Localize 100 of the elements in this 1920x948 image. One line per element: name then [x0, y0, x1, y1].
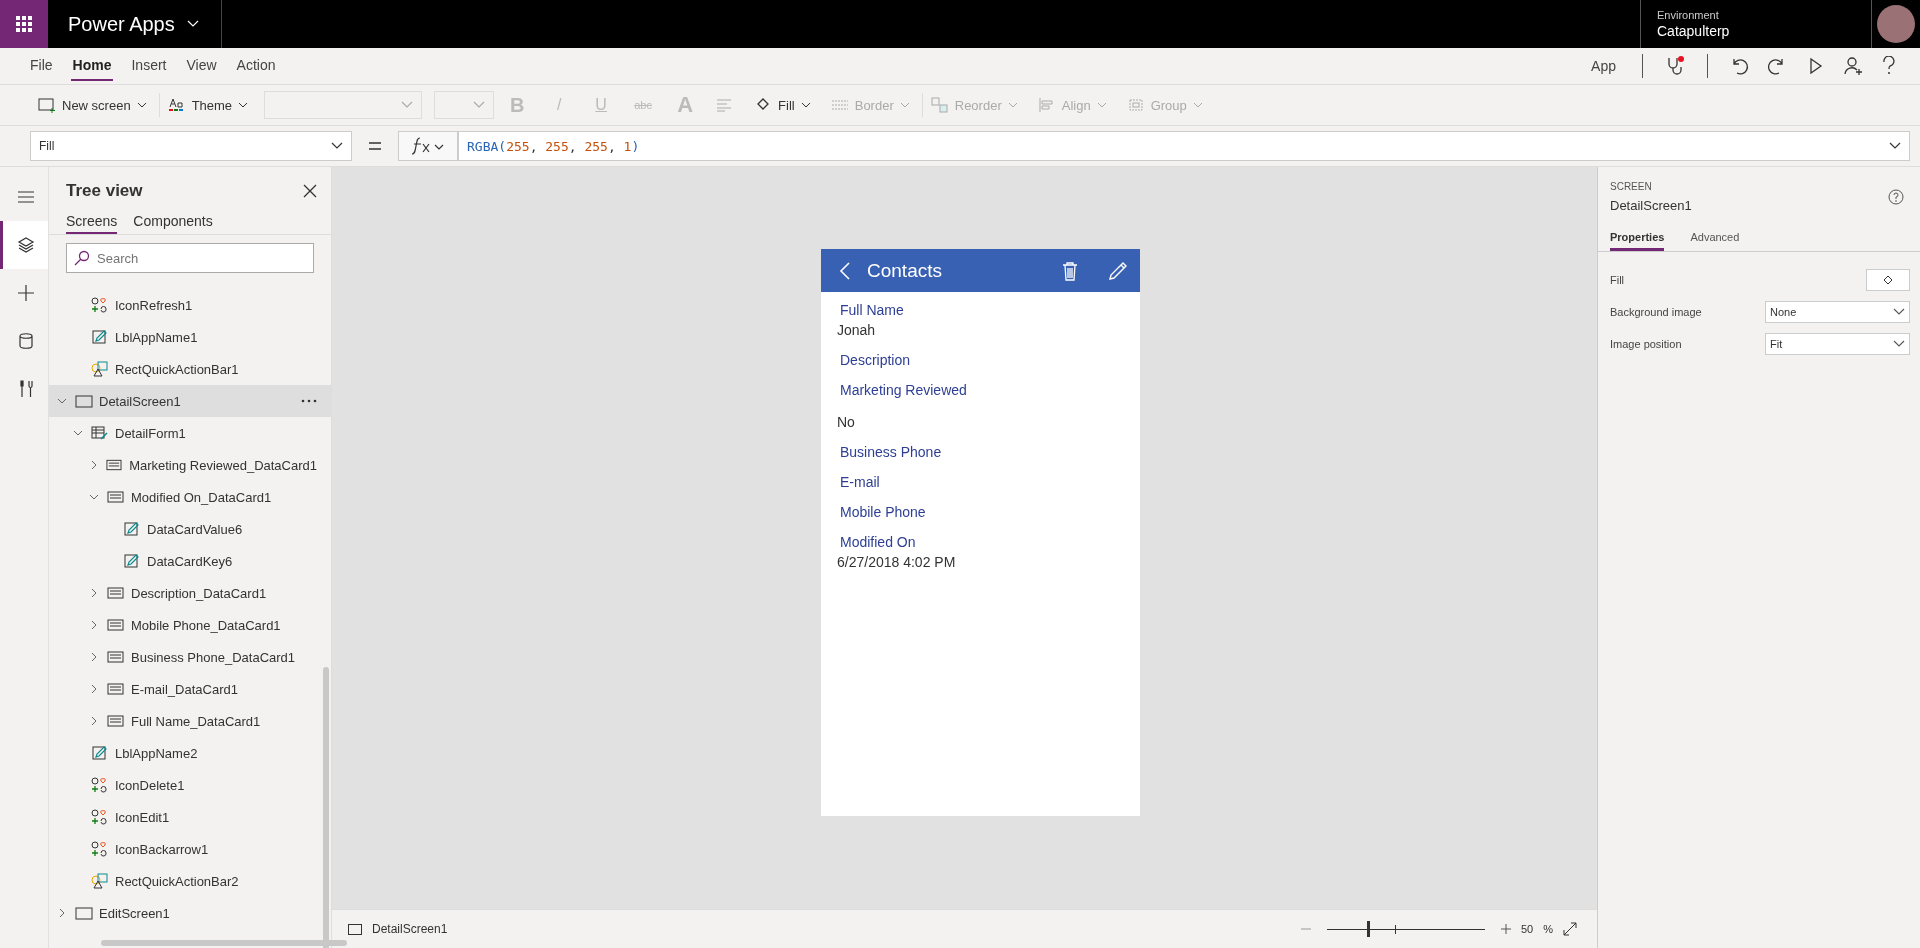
chevron-icon [473, 101, 486, 109]
field-label: Marketing Reviewed [839, 381, 968, 400]
menu-tab[interactable]: Home [70, 51, 114, 81]
panel-tab[interactable]: Properties [1610, 227, 1665, 251]
add-user-icon[interactable] [1843, 56, 1863, 76]
color-picker[interactable] [1866, 269, 1910, 291]
property-dropdown[interactable]: None [1765, 301, 1910, 323]
app-launcher-icon[interactable] [0, 0, 48, 48]
tree-item[interactable]: DataCardValue6 [49, 513, 331, 545]
property-label: Background image [1610, 306, 1702, 318]
chevron-icon[interactable] [1889, 142, 1901, 150]
tree-item[interactable]: LblAppName1 [49, 321, 331, 353]
slider-thumb[interactable] [1367, 921, 1371, 937]
menu-tab[interactable]: Action [234, 51, 278, 81]
chevron-icon [186, 20, 199, 28]
panel-tab[interactable]: Advanced [1690, 227, 1740, 251]
ribbon-button[interactable]: New screen [30, 93, 155, 117]
tree-item[interactable]: Description_DataCard1 [49, 577, 331, 609]
edit-label-icon [91, 745, 109, 761]
icons-icon [91, 777, 109, 793]
plus-icon [16, 284, 35, 302]
chevron-icon [238, 102, 249, 108]
layers-icon [16, 236, 35, 254]
screen-title: Contacts [867, 259, 942, 282]
search-field[interactable]: Search [66, 243, 314, 273]
edit-label-icon [91, 329, 109, 345]
chevron-icon [1007, 102, 1018, 108]
property-dropdown[interactable]: Fill [30, 131, 352, 161]
card-icon [106, 457, 124, 473]
screen-icon [75, 393, 93, 409]
card-icon [107, 489, 125, 505]
field-value: No [837, 413, 856, 432]
app-label[interactable]: App [1591, 58, 1616, 74]
field-value: Jonah [837, 321, 877, 340]
panel-tab[interactable]: Components [133, 209, 213, 234]
tree-item[interactable]: RectQuickActionBar1 [49, 353, 331, 385]
tree-item[interactable]: LblAppName2 [49, 737, 331, 769]
ribbon-button[interactable]: Fill [746, 93, 819, 117]
tree-item[interactable]: EditScreen1 [49, 897, 331, 929]
group-icon [1126, 97, 1145, 113]
tree-item[interactable]: Modified On_DataCard1 [49, 481, 331, 513]
property-label: Fill [1610, 274, 1625, 286]
panel-tab[interactable]: Screens [66, 209, 118, 234]
scrollbar[interactable] [101, 940, 347, 946]
equals-icon [368, 141, 382, 151]
tree-item[interactable]: Full Name_DataCard1 [49, 705, 331, 737]
nav-rail-button[interactable] [0, 221, 48, 269]
close-icon[interactable] [303, 184, 317, 198]
property-label: Image position [1610, 338, 1682, 350]
new-screen-icon [38, 97, 56, 113]
tree-item[interactable]: DetailForm1 [49, 417, 331, 449]
zoom-in-icon[interactable] [1500, 924, 1511, 934]
function-button[interactable] [398, 131, 458, 161]
more-icon[interactable] [301, 399, 317, 403]
menu-icon [16, 188, 35, 206]
card-icon [107, 713, 125, 729]
field-label: Mobile Phone [839, 503, 927, 522]
tree-item[interactable]: DataCardKey6 [49, 545, 331, 577]
property-dropdown[interactable]: Fit [1765, 333, 1910, 355]
tree-item[interactable]: Business Phone_DataCard1 [49, 641, 331, 673]
menu-tab[interactable]: File [28, 51, 55, 81]
chevron-icon [1096, 102, 1107, 108]
tree-item[interactable]: Mobile Phone_DataCard1 [49, 609, 331, 641]
formula-input[interactable]: RGBA(255, 255, 255, 1) [458, 131, 1910, 161]
database-icon [16, 332, 35, 350]
chevron-icon [331, 142, 343, 150]
icons-icon [91, 841, 109, 857]
shapes-icon [91, 361, 109, 377]
tree-item[interactable]: IconEdit1 [49, 801, 331, 833]
trash-icon [1062, 260, 1078, 281]
align-icon [1037, 97, 1056, 113]
search-icon [74, 250, 90, 266]
screen-icon [75, 905, 93, 921]
tree-item[interactable]: E-mail_DataCard1 [49, 673, 331, 705]
environment-label: Environment [1657, 9, 1720, 21]
environment-name[interactable]: Catapulterp [1657, 23, 1837, 39]
tree-item[interactable]: IconBackarrow1 [49, 833, 331, 865]
tree-item[interactable]: IconDelete1 [49, 769, 331, 801]
menu-tab[interactable]: View [184, 51, 219, 81]
card-icon [107, 681, 125, 697]
app-title-menu[interactable]: Power Apps [48, 0, 222, 48]
field-label: Modified On [839, 533, 917, 552]
menu-tab[interactable]: Insert [129, 51, 169, 81]
zoom-unit: % [1543, 923, 1553, 935]
tree-item[interactable]: Marketing Reviewed_DataCard1 [49, 449, 331, 481]
control-name: DetailScreen1 [1610, 198, 1692, 213]
screen-name[interactable]: DetailScreen1 [372, 922, 448, 936]
tree-item[interactable]: IconRefresh1 [49, 289, 331, 321]
fit-to-window-icon[interactable] [1563, 922, 1577, 936]
edit-label-icon [123, 553, 141, 569]
tree-item[interactable]: RectQuickActionBar2 [49, 865, 331, 897]
avatar[interactable] [1877, 5, 1915, 43]
chevron-icon [401, 101, 414, 109]
field-label: Business Phone [839, 443, 943, 462]
ribbon-button[interactable]: Theme [158, 93, 257, 117]
tree-item[interactable]: DetailScreen1 [49, 385, 331, 417]
help-icon[interactable] [1881, 56, 1897, 76]
card-icon [107, 649, 125, 665]
icons-icon [91, 297, 109, 313]
theme-icon [167, 97, 186, 113]
